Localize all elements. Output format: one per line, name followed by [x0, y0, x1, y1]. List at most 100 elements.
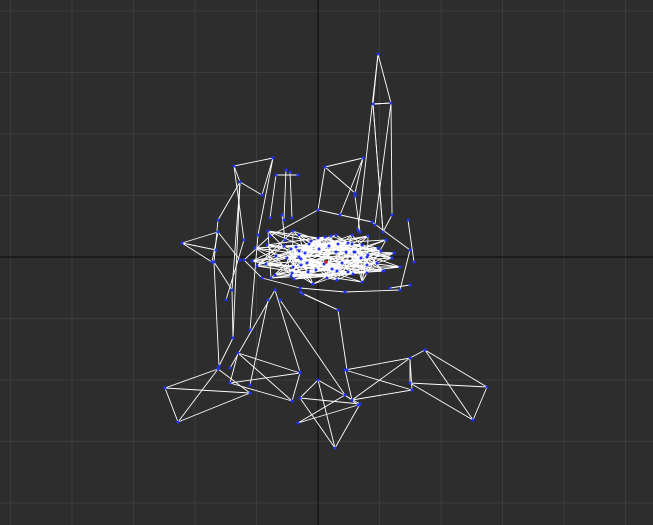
mesh-vertex[interactable]: [228, 381, 232, 385]
mesh-vertex[interactable]: [314, 268, 318, 272]
mesh-vertex[interactable]: [360, 280, 364, 284]
mesh-vertex[interactable]: [358, 230, 362, 234]
mesh-vertex[interactable]: [353, 194, 357, 198]
mesh-vertex[interactable]: [306, 270, 310, 274]
mesh-vertex[interactable]: [217, 364, 221, 368]
mesh-vertex[interactable]: [309, 239, 313, 243]
mesh-vertex[interactable]: [248, 383, 252, 387]
mesh-vertex[interactable]: [282, 244, 286, 248]
mesh-vertex[interactable]: [238, 258, 242, 262]
mesh-vertex[interactable]: [266, 229, 270, 233]
mesh-vertex[interactable]: [248, 328, 252, 332]
mesh-vertex[interactable]: [408, 381, 412, 385]
mesh-vertex[interactable]: [365, 263, 369, 267]
mesh-vertex[interactable]: [392, 251, 396, 255]
viewport-canvas[interactable]: [0, 0, 653, 525]
mesh-vertex[interactable]: [408, 248, 412, 252]
mesh-vertex[interactable]: [230, 288, 234, 292]
mesh-vertex[interactable]: [291, 265, 295, 269]
mesh-vertex[interactable]: [266, 298, 270, 302]
mesh-vertex[interactable]: [330, 267, 334, 271]
mesh-vertex[interactable]: [390, 213, 394, 217]
mesh-vertex[interactable]: [346, 270, 350, 274]
mesh-vertex[interactable]: [336, 308, 340, 312]
mesh-vertex[interactable]: [216, 218, 220, 222]
mesh-vertex[interactable]: [398, 265, 402, 269]
mesh-vertex[interactable]: [334, 233, 338, 237]
mesh-vertex[interactable]: [412, 260, 416, 264]
mesh-vertex[interactable]: [353, 250, 357, 254]
mesh-vertex[interactable]: [280, 213, 284, 217]
mesh-vertex[interactable]: [359, 256, 363, 260]
mesh-vertex[interactable]: [307, 242, 311, 246]
mesh-vertex[interactable]: [350, 398, 354, 402]
mesh-vertex[interactable]: [408, 356, 412, 360]
mesh-vertex[interactable]: [180, 241, 184, 245]
mesh-vertex[interactable]: [250, 259, 254, 263]
mesh-vertex[interactable]: [350, 233, 354, 237]
mesh-vertex[interactable]: [333, 446, 337, 450]
mesh-vertex[interactable]: [297, 233, 301, 237]
mesh-vertex[interactable]: [389, 101, 393, 105]
mesh-vertex[interactable]: [334, 250, 338, 254]
mesh-vertex[interactable]: [296, 173, 300, 177]
3d-viewport[interactable]: [0, 0, 653, 525]
mesh-vertex[interactable]: [292, 277, 296, 281]
mesh-vertex[interactable]: [356, 403, 360, 407]
mesh-vertex[interactable]: [278, 298, 282, 302]
mesh-vertex[interactable]: [335, 278, 339, 282]
mesh-vertex[interactable]: [485, 385, 489, 389]
mesh-vertex[interactable]: [231, 336, 235, 340]
mesh-vertex[interactable]: [390, 256, 394, 260]
mesh-vertex[interactable]: [365, 271, 369, 275]
mesh-vertex[interactable]: [316, 378, 320, 382]
mesh-vertex[interactable]: [379, 249, 383, 253]
mesh-vertex[interactable]: [343, 393, 347, 397]
mesh-vertex[interactable]: [242, 258, 246, 262]
mesh-vertex[interactable]: [299, 263, 303, 267]
mesh-vertex[interactable]: [408, 283, 412, 287]
mesh-vertex[interactable]: [238, 180, 242, 184]
mesh-vertex[interactable]: [376, 246, 380, 250]
mesh-vertex[interactable]: [294, 245, 298, 249]
mesh-vertex[interactable]: [423, 348, 427, 352]
mesh-vertex[interactable]: [311, 282, 315, 286]
mesh-vertex[interactable]: [373, 223, 377, 227]
mesh-vertex[interactable]: [381, 230, 385, 234]
mesh-vertex[interactable]: [228, 366, 232, 370]
mesh-vertex[interactable]: [288, 170, 292, 174]
mesh-vertex[interactable]: [298, 290, 302, 294]
mesh-vertex[interactable]: [366, 234, 370, 238]
mesh-vertex[interactable]: [274, 254, 278, 258]
mesh-vertex[interactable]: [375, 261, 379, 265]
mesh-vertex[interactable]: [176, 420, 180, 424]
mesh-vertex[interactable]: [224, 298, 228, 302]
mesh-vertex[interactable]: [298, 396, 302, 400]
mesh-vertex[interactable]: [291, 229, 295, 233]
mesh-vertex[interactable]: [285, 256, 289, 260]
mesh-vertex[interactable]: [232, 164, 236, 168]
mesh-vertex[interactable]: [268, 216, 272, 220]
mesh-vertex[interactable]: [351, 272, 355, 276]
mesh-vertex[interactable]: [329, 234, 333, 238]
mesh-vertex[interactable]: [290, 271, 294, 275]
mesh-vertex[interactable]: [210, 260, 214, 264]
mesh-vertex[interactable]: [398, 288, 402, 292]
mesh-vertex[interactable]: [366, 253, 370, 257]
mesh-vertex[interactable]: [289, 247, 293, 251]
mesh-vertex[interactable]: [388, 286, 392, 290]
mesh-vertex[interactable]: [260, 193, 264, 197]
mesh-vertex[interactable]: [283, 238, 287, 242]
mesh-vertex[interactable]: [336, 242, 340, 246]
mesh-vertex[interactable]: [248, 391, 252, 395]
mesh-vertex[interactable]: [344, 250, 348, 254]
mesh-vertex[interactable]: [317, 247, 321, 251]
mesh-vertex[interactable]: [316, 208, 320, 212]
mesh-vertex[interactable]: [214, 248, 218, 252]
mesh-vertex[interactable]: [290, 399, 294, 403]
mesh-vertex[interactable]: [255, 264, 259, 268]
mesh-vertex[interactable]: [360, 243, 364, 247]
mesh-vertex[interactable]: [325, 276, 329, 280]
mesh-vertex[interactable]: [371, 102, 375, 106]
mesh-vertex[interactable]: [299, 257, 303, 261]
